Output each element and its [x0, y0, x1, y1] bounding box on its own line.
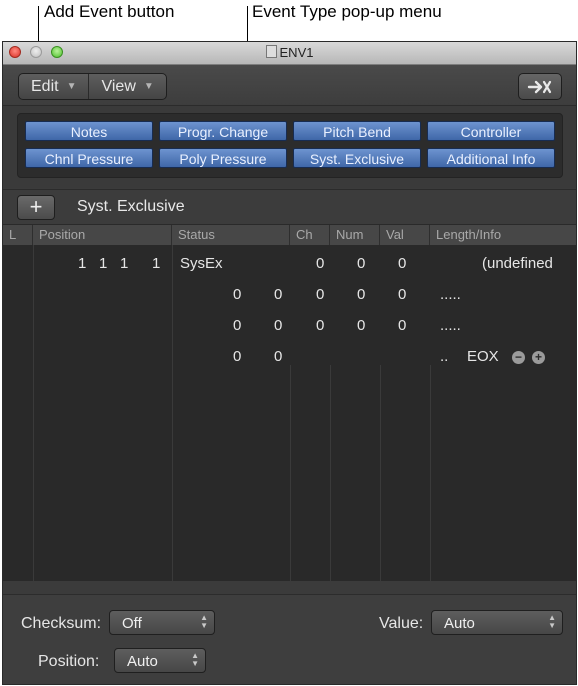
bottom-parameters: Checksum: Off ▲ ▼ Value: Auto ▲ ▼ Position…: [3, 594, 576, 684]
sysex-byte: 0: [274, 348, 283, 365]
add-event-button[interactable]: +: [17, 195, 55, 220]
filter-notes-button[interactable]: Notes: [25, 121, 153, 141]
add-byte-button[interactable]: +: [532, 351, 545, 364]
filter-channel-pressure-button[interactable]: Chnl Pressure: [25, 148, 153, 168]
sysex-byte: 0: [233, 317, 242, 334]
column-divider: [33, 245, 173, 581]
column-divider: [380, 365, 431, 581]
filter-additional-info-button[interactable]: Additional Info: [427, 148, 555, 168]
filter-poly-pressure-button[interactable]: Poly Pressure: [159, 148, 287, 168]
event-type-popup[interactable]: Syst. Exclusive: [77, 198, 185, 216]
column-header-l[interactable]: L: [3, 225, 33, 245]
up-down-arrows-icon: ▲ ▼: [200, 613, 208, 630]
window-title-area: ENV1: [3, 45, 576, 60]
sysex-byte: 0: [233, 286, 242, 303]
length-info-value: (undefined: [482, 255, 553, 272]
length-info-value: .....: [440, 286, 461, 303]
column-divider: [290, 365, 331, 581]
add-event-bar: + Syst. Exclusive: [3, 189, 576, 224]
position-popup[interactable]: Auto ▲ ▼: [114, 648, 206, 673]
column-header-ch[interactable]: Ch: [290, 225, 330, 245]
length-info-value: .....: [440, 317, 461, 334]
checksum-value: Off: [122, 615, 142, 632]
callout-add-event: Add Event button: [44, 2, 175, 21]
sysex-byte: 0: [357, 317, 366, 334]
sysex-byte: 0: [357, 286, 366, 303]
up-down-arrows-icon: ▲ ▼: [548, 613, 556, 630]
document-icon: [265, 45, 277, 58]
column-divider: [172, 365, 291, 581]
position-beat: 1: [99, 255, 108, 272]
event-list[interactable]: 1 1 1 1 SysEx 0 0 0 (undefined 0 0 0 0 0…: [3, 245, 576, 581]
filter-program-change-button[interactable]: Progr. Change: [159, 121, 287, 141]
sysex-byte: 0: [233, 348, 242, 365]
callout-event-type: Event Type pop-up menu: [252, 2, 442, 21]
num-value: 0: [357, 255, 366, 272]
edit-menu-label: Edit: [31, 77, 59, 95]
position-label: Position:: [38, 653, 100, 670]
edit-menu-button[interactable]: Edit ▼: [19, 74, 88, 99]
sysex-byte: 0: [398, 286, 407, 303]
ch-value: 0: [316, 255, 325, 272]
event-list-window: ENV1 Edit ▼ View ▼ Notes Progr. Change P…: [2, 41, 577, 685]
value-value: Auto: [444, 615, 475, 632]
event-list-header: L Position Status Ch Num Val Length/Info: [3, 224, 576, 246]
up-down-arrows-icon: ▲ ▼: [191, 651, 199, 668]
length-info-value: ..: [440, 348, 449, 365]
chevron-down-icon: ▼: [66, 81, 77, 92]
filter-controller-button[interactable]: Controller: [427, 121, 555, 141]
title-bar: ENV1: [3, 42, 576, 65]
column-header-length-info[interactable]: Length/Info: [430, 225, 576, 245]
filter-system-exclusive-button[interactable]: Syst. Exclusive: [293, 148, 421, 168]
position-bar: 1: [78, 255, 87, 272]
checksum-popup[interactable]: Off ▲ ▼: [109, 610, 215, 635]
column-header-status[interactable]: Status: [172, 225, 290, 245]
sysex-byte: 0: [274, 317, 283, 334]
value-popup[interactable]: Auto ▲ ▼: [431, 610, 563, 635]
sysex-byte: 0: [274, 286, 283, 303]
column-divider: [3, 245, 34, 581]
value-label: Value:: [379, 615, 424, 632]
remove-byte-button[interactable]: −: [512, 351, 525, 364]
position-value: Auto: [127, 653, 158, 670]
toolbar: Edit ▼ View ▼: [3, 65, 576, 106]
status-value: SysEx: [180, 255, 223, 272]
chevron-down-icon: ▼: [143, 81, 154, 92]
event-filter-buttons: Notes Progr. Change Pitch Bend Controlle…: [17, 113, 563, 178]
eox-label: EOX: [467, 348, 499, 365]
column-header-val[interactable]: Val: [380, 225, 430, 245]
column-header-num[interactable]: Num: [330, 225, 380, 245]
catch-arrow-icon: [527, 80, 552, 93]
filter-pitch-bend-button[interactable]: Pitch Bend: [293, 121, 421, 141]
column-header-position[interactable]: Position: [33, 225, 172, 245]
val-value: 0: [398, 255, 407, 272]
checksum-label: Checksum:: [21, 615, 102, 632]
sysex-byte: 0: [316, 286, 325, 303]
sysex-byte: 0: [316, 317, 325, 334]
menu-segment: Edit ▼ View ▼: [18, 73, 167, 100]
sysex-byte: 0: [398, 317, 407, 334]
window-title: ENV1: [279, 45, 314, 60]
column-divider: [330, 365, 381, 581]
view-menu-label: View: [101, 77, 136, 95]
position-tick: 1: [152, 255, 161, 272]
position-division: 1: [120, 255, 129, 272]
view-menu-button[interactable]: View ▼: [88, 74, 165, 99]
catch-button[interactable]: [518, 73, 562, 100]
